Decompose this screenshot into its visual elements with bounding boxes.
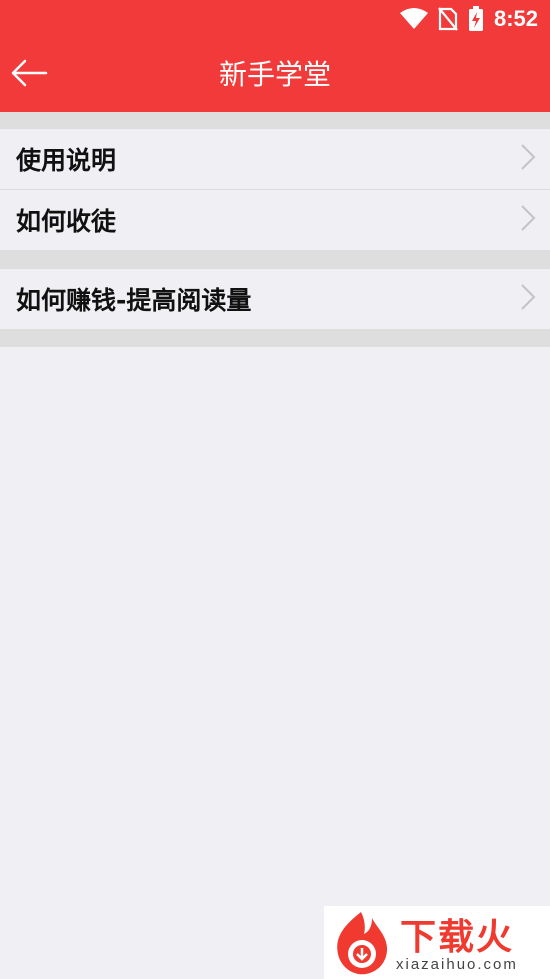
chevron-right-icon xyxy=(520,204,536,236)
watermark-url: xiazaihuo.com xyxy=(396,956,518,973)
menu-item-usage-guide[interactable]: 使用说明 xyxy=(0,129,550,189)
menu-group-2: 如何赚钱-提高阅读量 xyxy=(0,269,550,329)
menu-item-recruit-apprentice[interactable]: 如何收徒 xyxy=(0,189,550,249)
menu-item-earn-money[interactable]: 如何赚钱-提高阅读量 xyxy=(0,269,550,329)
section-divider xyxy=(0,329,550,347)
wifi-icon xyxy=(399,8,428,30)
menu-item-label: 如何赚钱-提高阅读量 xyxy=(16,286,252,315)
flame-logo-icon xyxy=(326,908,396,979)
menu-group-1: 使用说明 如何收徒 xyxy=(0,129,550,249)
watermark-brand: 下载火 xyxy=(400,917,515,958)
arrow-left-icon xyxy=(10,59,48,91)
page-title: 新手学堂 xyxy=(218,58,331,91)
chevron-right-icon xyxy=(520,143,536,175)
app-bar: 新手学堂 xyxy=(0,38,550,112)
clock: 8:52 xyxy=(493,6,538,31)
status-bar: 8:52 xyxy=(0,0,550,38)
no-sim-icon xyxy=(438,7,458,31)
menu-item-label: 如何收徒 xyxy=(16,206,117,236)
back-button[interactable] xyxy=(6,52,52,98)
section-divider xyxy=(0,112,550,129)
battery-charging-icon xyxy=(468,6,484,32)
chevron-right-icon xyxy=(520,283,536,315)
menu-item-label: 使用说明 xyxy=(16,146,117,175)
watermark: 下载火 xiazaihuo.com xyxy=(324,906,550,979)
section-divider xyxy=(0,250,550,269)
